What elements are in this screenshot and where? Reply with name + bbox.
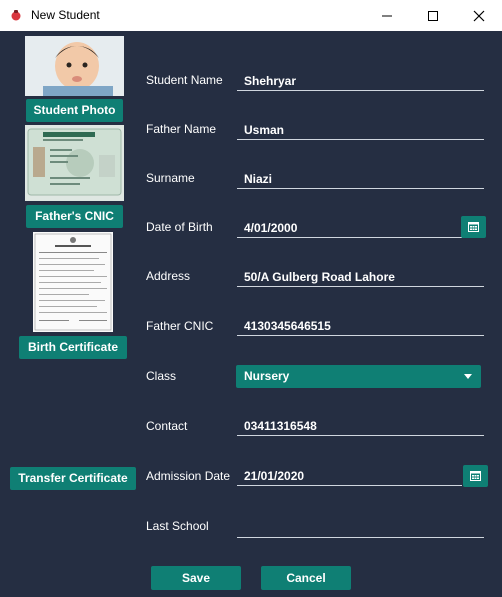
save-label: Save — [181, 571, 211, 585]
save-button[interactable]: Save — [151, 566, 241, 590]
class-select[interactable]: Nursery — [236, 365, 481, 388]
birth-certificate-image — [33, 232, 113, 332]
father-name-field[interactable]: Usman — [237, 120, 484, 140]
maximize-button[interactable] — [410, 0, 456, 31]
baby-photo-image — [25, 36, 124, 96]
address-label: Address — [146, 269, 191, 283]
admission-date-field[interactable]: 21/01/2020 — [237, 466, 462, 486]
transfer-certificate-label: Transfer Certificate — [18, 471, 128, 485]
student-photo-button[interactable]: Student Photo — [26, 99, 123, 122]
cancel-label: Cancel — [286, 571, 326, 585]
father-name-label: Father Name — [146, 122, 217, 136]
dropdown-arrow-icon — [464, 374, 472, 379]
student-name-field[interactable]: Shehryar — [237, 71, 484, 91]
class-label: Class — [146, 369, 177, 383]
calendar-icon — [468, 222, 479, 232]
last-school-field[interactable] — [237, 518, 484, 538]
form-panel: Student Photo Father's CNIC Birth Certif… — [0, 31, 502, 597]
student-photo[interactable] — [25, 36, 124, 96]
surname-label: Surname — [146, 171, 195, 185]
date-of-birth-field[interactable]: 4/01/2000 — [237, 218, 462, 238]
cnic-card-image — [25, 125, 124, 201]
birth-certificate-label: Birth Certificate — [27, 340, 119, 354]
contact-field[interactable]: 03411316548 — [237, 416, 484, 436]
last-school-label: Last School — [146, 519, 209, 533]
close-icon — [473, 10, 485, 22]
birth-certificate-button[interactable]: Birth Certificate — [19, 336, 127, 359]
contact-label: Contact — [146, 419, 188, 433]
birth-certificate-photo[interactable] — [33, 232, 113, 332]
transfer-certificate-button[interactable]: Transfer Certificate — [10, 467, 136, 490]
admission-date-label: Admission Date — [146, 469, 231, 483]
fathers-cnic-button[interactable]: Father's CNIC — [26, 205, 123, 228]
minimize-icon — [382, 15, 392, 17]
admission-date-calendar-button[interactable] — [463, 465, 488, 487]
address-field[interactable]: 50/A Gulberg Road Lahore — [237, 267, 484, 287]
class-select-value: Nursery — [244, 369, 290, 383]
father-cnic-field[interactable]: 4130345646515 — [237, 316, 484, 336]
window-title: New Student — [31, 8, 100, 22]
calendar-icon — [470, 471, 481, 481]
fathers-cnic-label: Father's CNIC — [35, 209, 114, 223]
date-of-birth-calendar-button[interactable] — [461, 216, 486, 238]
student-photo-label: Student Photo — [33, 103, 116, 117]
close-button[interactable] — [456, 0, 502, 31]
app-icon — [11, 10, 21, 21]
title-bar: New Student — [0, 0, 502, 32]
father-cnic-label: Father CNIC — [146, 319, 214, 333]
cancel-button[interactable]: Cancel — [261, 566, 351, 590]
student-name-label: Student Name — [146, 73, 223, 87]
maximize-icon — [428, 11, 438, 21]
date-of-birth-label: Date of Birth — [146, 220, 213, 234]
minimize-button[interactable] — [364, 0, 410, 31]
fathers-cnic-photo[interactable] — [25, 125, 124, 201]
surname-field[interactable]: Niazi — [237, 169, 484, 189]
